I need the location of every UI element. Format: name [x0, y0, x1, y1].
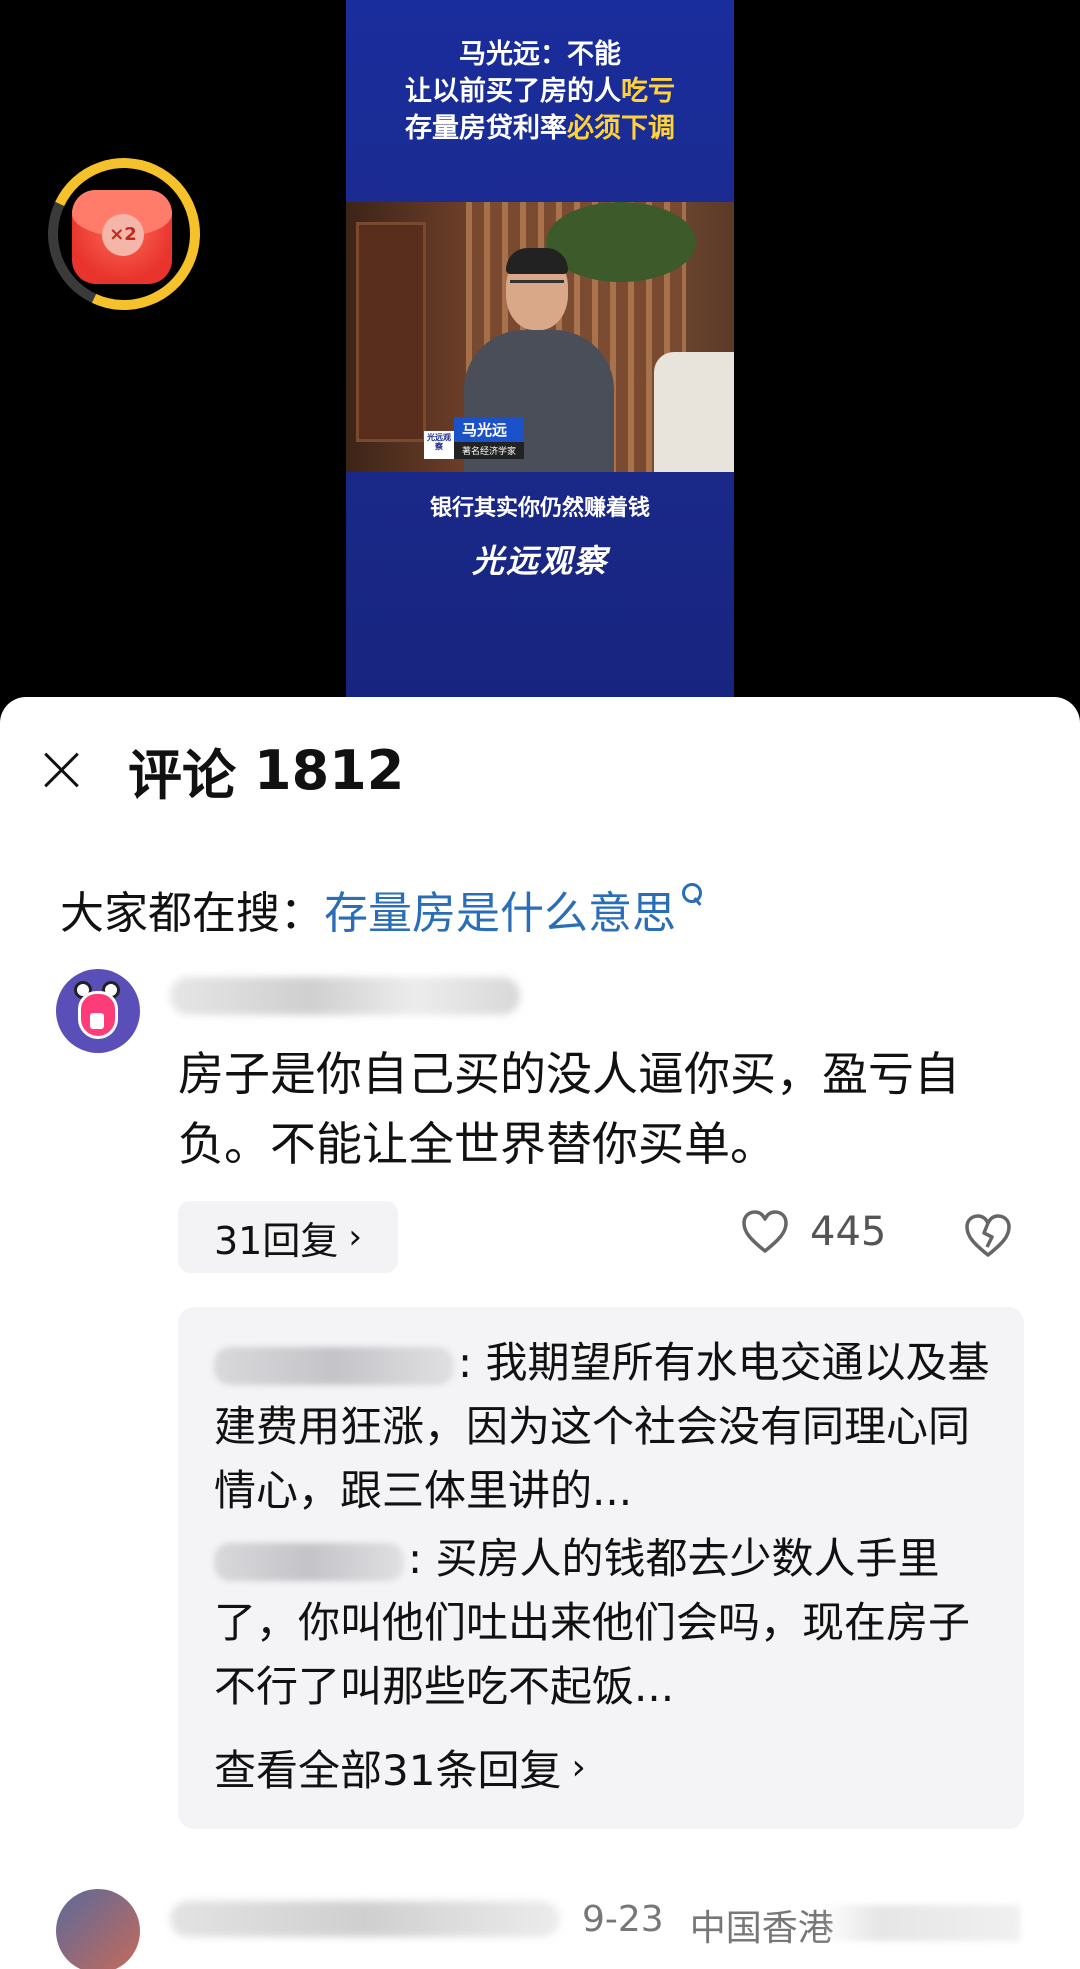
- comments-sheet: 评论 1812 大家都在搜： 存量房是什么意思 房子是你自己买的没人逼你买，盈亏…: [0, 697, 1080, 1969]
- chevron-right-icon: ›: [348, 1217, 362, 1257]
- replies-count-label: 31回复: [214, 1218, 339, 1263]
- reply-item[interactable]: : 我期望所有水电交通以及基建费用狂涨，因为这个社会没有同理心同情心，跟三体里讲…: [214, 1331, 1004, 1523]
- speaker-name: 马光远: [454, 417, 525, 442]
- headline-line-3: 存量房贷利率必须下调: [346, 110, 734, 147]
- video-tagline: 银行其实你仍然赚着钱: [429, 496, 650, 521]
- scene-chair: [654, 352, 734, 472]
- comments-title-label: 评论: [128, 743, 236, 807]
- username-redacted[interactable]: [170, 977, 520, 1015]
- comment-item: 9-23 中国香港: [0, 1889, 1080, 1969]
- like-count: 445: [810, 1209, 887, 1255]
- headline-line-2-text: 让以前买了房的人: [405, 76, 621, 107]
- broken-heart-icon[interactable]: [962, 1209, 1014, 1261]
- headline-line-3-text: 存量房贷利率: [405, 113, 567, 144]
- avatar[interactable]: [56, 1889, 140, 1969]
- speaker-logo: 光远观察: [424, 431, 454, 459]
- video-headline: 马光远：不能 让以前买了房的人吃亏 存量房贷利率必须下调: [346, 36, 734, 147]
- meta-redacted: [820, 1905, 1020, 1941]
- speaker-title: 著名经济学家: [454, 442, 525, 459]
- chevron-right-icon: ›: [571, 1747, 586, 1788]
- speaker-name-box: 马光远 著名经济学家: [454, 417, 525, 459]
- replies-preview[interactable]: : 我期望所有水电交通以及基建费用狂涨，因为这个社会没有同理心同情心，跟三体里讲…: [178, 1307, 1024, 1829]
- comment-text[interactable]: 房子是你自己买的没人逼你买，盈亏自负。不能让全世界替你买单。: [178, 1039, 1018, 1179]
- red-packet-icon[interactable]: ×2: [72, 190, 172, 284]
- heart-icon: [742, 1210, 788, 1253]
- speaker-hair: [506, 248, 568, 274]
- comment-date: 9-23: [582, 1899, 664, 1940]
- scene-door: [356, 222, 426, 442]
- trending-query-link[interactable]: 存量房是什么意思: [324, 877, 676, 941]
- video-frame[interactable]: 马光远：不能 让以前买了房的人吃亏 存量房贷利率必须下调 光远观察 马光远 著名…: [346, 0, 734, 700]
- reward-multiplier: ×2: [102, 214, 144, 256]
- comments-header: 评论 1812: [0, 735, 1080, 807]
- comments-count: 1812: [254, 738, 405, 802]
- search-icon[interactable]: [680, 881, 704, 917]
- reply-username-redacted: [214, 1346, 454, 1385]
- avatar-tooth: [90, 1013, 104, 1029]
- video-scene: 光远观察 马光远 著名经济学家: [346, 202, 734, 472]
- speaker-nameplate: 光远观察 马光远 著名经济学家: [424, 417, 525, 459]
- view-all-replies-link[interactable]: 查看全部31条回复 ›: [214, 1737, 586, 1798]
- headline-line-1: 马光远：不能: [459, 39, 621, 70]
- comment-meta: 9-23 中国香港: [582, 1899, 834, 1951]
- replies-button[interactable]: 31回复 ›: [178, 1201, 398, 1273]
- avatar[interactable]: [56, 969, 140, 1053]
- video-player[interactable]: 马光远：不能 让以前买了房的人吃亏 存量房贷利率必须下调 光远观察 马光远 著名…: [0, 0, 1080, 720]
- username-redacted[interactable]: [170, 1901, 560, 1937]
- brand-logo: 光远观察: [471, 542, 608, 580]
- headline-line-2: 让以前买了房的人吃亏: [346, 73, 734, 110]
- reply-item[interactable]: : 买房人的钱都去少数人手里了，你叫他们吐出来他们会吗，现在房子不行了叫那些吃不…: [214, 1527, 1004, 1719]
- comments-title: 评论 1812: [128, 735, 405, 807]
- view-all-label: 查看全部31条回复: [214, 1746, 562, 1795]
- headline-line-2-highlight: 吃亏: [621, 76, 675, 107]
- headline-line-3-highlight: 必须下调: [567, 113, 675, 144]
- trending-search: 大家都在搜： 存量房是什么意思: [60, 877, 704, 941]
- close-icon[interactable]: [38, 747, 84, 793]
- speaker-glasses: [510, 280, 564, 290]
- reply-username-redacted: [214, 1542, 404, 1581]
- like-button[interactable]: 445: [740, 1207, 886, 1257]
- comment-location: 中国香港: [689, 1908, 834, 1949]
- trending-label: 大家都在搜：: [60, 888, 324, 939]
